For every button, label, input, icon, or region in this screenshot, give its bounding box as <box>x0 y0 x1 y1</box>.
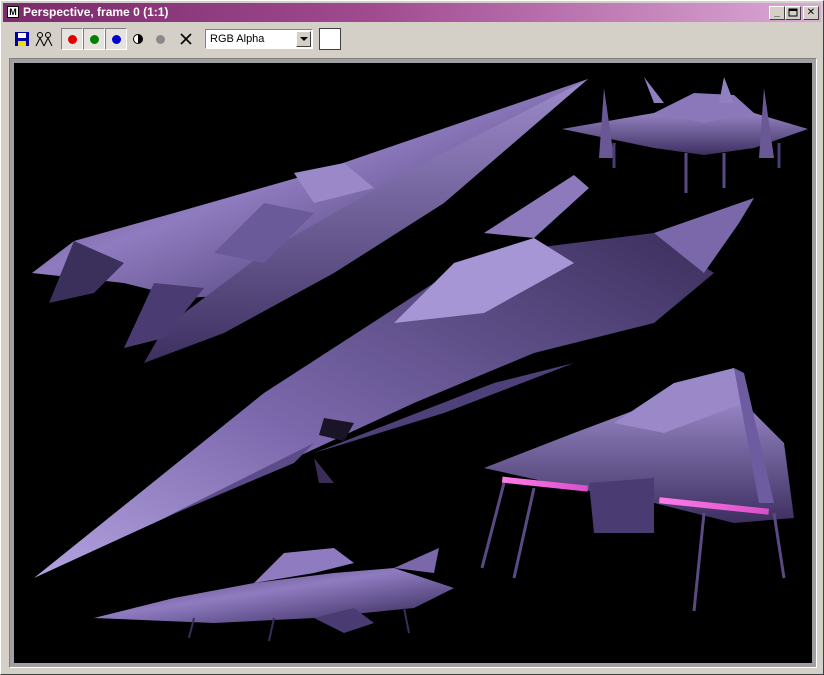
ship-rear-view <box>480 368 794 612</box>
maximize-button[interactable] <box>785 6 801 20</box>
render-window: M Perspective, frame 0 (1:1) _ ✕ RGB Alp… <box>0 0 824 675</box>
clear-button[interactable] <box>175 28 197 50</box>
blue-channel-button[interactable] <box>105 28 127 50</box>
monochrome-button[interactable] <box>149 28 171 50</box>
channel-display-select[interactable]: RGB Alpha <box>205 29 313 49</box>
title-bar[interactable]: M Perspective, frame 0 (1:1) _ ✕ <box>3 3 821 22</box>
close-button[interactable]: ✕ <box>803 6 819 20</box>
green-channel-button[interactable] <box>83 28 105 50</box>
ship-front-view <box>562 77 808 193</box>
render-viewport[interactable] <box>14 63 812 663</box>
clone-window-button[interactable] <box>33 28 55 50</box>
ship-side-view <box>94 548 454 642</box>
maximize-icon <box>788 8 798 17</box>
close-icon: ✕ <box>806 7 816 18</box>
max-icon[interactable]: M <box>7 6 19 18</box>
render-image <box>32 77 808 642</box>
save-icon <box>15 32 29 46</box>
clear-icon <box>180 33 192 45</box>
toolbar: RGB Alpha <box>3 23 821 55</box>
window-title: Perspective, frame 0 (1:1) <box>23 5 169 19</box>
alpha-channel-button[interactable] <box>127 28 149 50</box>
minimize-icon: _ <box>774 7 780 18</box>
chevron-down-icon[interactable] <box>296 31 311 47</box>
alpha-channel-icon <box>133 34 143 44</box>
save-button[interactable] <box>11 28 33 50</box>
clone-icon <box>35 32 53 47</box>
red-channel-button[interactable] <box>61 28 83 50</box>
monochrome-icon <box>155 34 165 44</box>
channel-display-value: RGB Alpha <box>210 33 265 45</box>
red-channel-icon <box>67 34 77 44</box>
color-swatch[interactable] <box>319 28 341 50</box>
viewport-frame <box>9 58 817 668</box>
minimize-button[interactable]: _ <box>769 6 785 20</box>
green-channel-icon <box>89 34 99 44</box>
blue-channel-icon <box>111 34 121 44</box>
